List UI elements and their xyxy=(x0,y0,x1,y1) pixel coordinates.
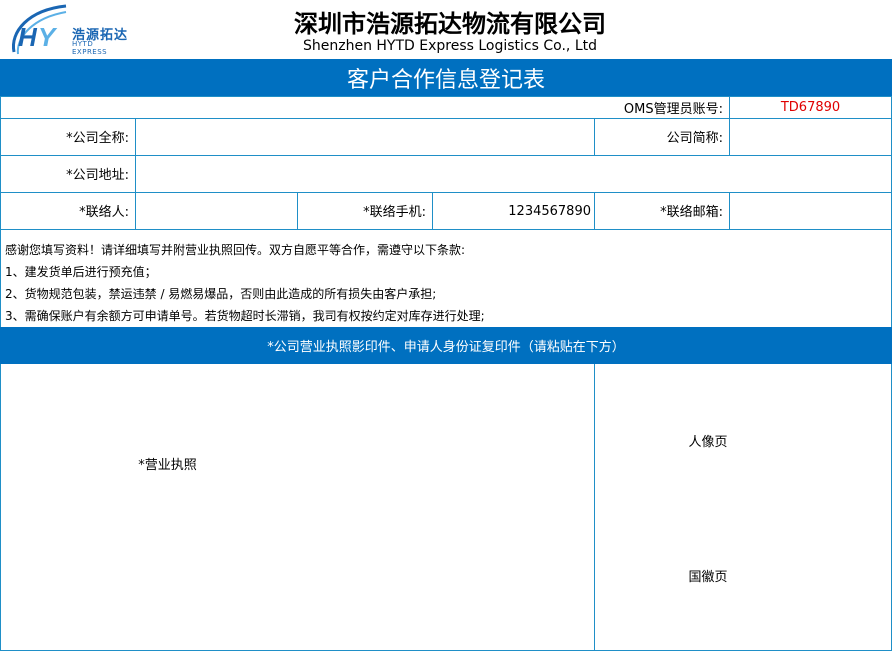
contact-person-field[interactable] xyxy=(136,193,297,229)
oms-account-label: OMS管理员账号: xyxy=(623,101,723,117)
company-name-en: Shenzhen HYTD Express Logistics Co., Ltd xyxy=(302,38,597,54)
terms-item-1: 1、建发货单后进行预充值； xyxy=(5,265,157,279)
contact-mobile-label: *联络手机: xyxy=(363,205,426,220)
grid-line xyxy=(0,229,892,230)
company-full-name-label: *公司全称: xyxy=(66,131,129,146)
contact-person-label: *联络人: xyxy=(79,205,129,220)
company-name-cn: 深圳市浩源拓达物流有限公司 xyxy=(294,10,606,38)
terms-intro: 感谢您填写资料！请详细填写并附营业执照回传。双方自愿平等合作，需遵守以下条款: xyxy=(5,243,466,257)
business-license-paste-area[interactable]: *营业执照 xyxy=(1,365,594,561)
contact-email-field[interactable] xyxy=(730,193,891,229)
upload-instructions-banner: *公司营业执照影印件、申请人身份证复印件（请粘贴在下方） xyxy=(0,327,892,364)
company-logo: H Y 浩源拓达 HYTD EXPRESS xyxy=(8,2,128,57)
id-back-paste-area[interactable]: 国徽页 xyxy=(595,500,891,650)
terms-item-2: 2、货物规范包装，禁运违禁 / 易燃易爆品，否则由此造成的所有损失由客户承担; xyxy=(5,287,437,301)
id-front-paste-area[interactable]: 人像页 xyxy=(595,365,891,515)
id-front-label: 人像页 xyxy=(688,434,728,450)
terms-item-3: 3、需确保账户有余额方可申请单号。若货物超时长滞销，我司有权按约定对库存进行处理… xyxy=(5,309,485,323)
contact-mobile-field[interactable]: 1234567890 xyxy=(433,193,594,229)
hy-logo-icon: H Y xyxy=(11,4,67,55)
svg-text:H: H xyxy=(18,22,38,52)
oms-account-field[interactable]: TD67890 xyxy=(730,96,891,118)
contact-email-label: *联络邮箱: xyxy=(660,205,723,220)
logo-text-en: HYTD EXPRESS xyxy=(72,40,108,56)
business-license-label: *营业执照 xyxy=(138,457,197,473)
company-address-field[interactable] xyxy=(136,156,891,192)
company-full-name-field[interactable] xyxy=(136,119,594,155)
company-short-name-label: 公司简称: xyxy=(666,131,723,146)
svg-text:Y: Y xyxy=(38,22,58,52)
company-address-label: *公司地址: xyxy=(66,168,129,183)
id-back-label: 国徽页 xyxy=(688,569,728,585)
form-title: 客户合作信息登记表 xyxy=(0,59,892,96)
company-short-name-field[interactable] xyxy=(730,119,891,155)
